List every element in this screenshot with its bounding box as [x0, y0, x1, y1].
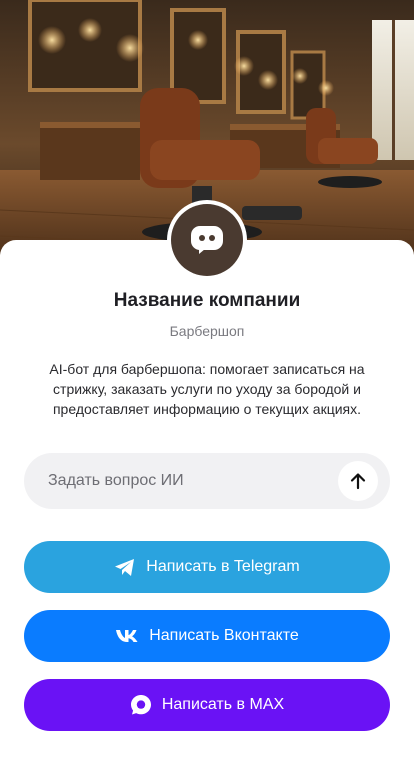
company-description: AI-бот для барбершопа: помогает записать…	[49, 361, 365, 417]
max-icon	[130, 694, 152, 716]
avatar	[167, 200, 247, 280]
company-category: Барбершоп	[169, 323, 245, 339]
company-name: Название компании	[113, 290, 301, 311]
write-max-button[interactable]: Написать в MAX	[24, 679, 390, 731]
arrow-up-icon	[350, 473, 366, 490]
write-max-label: Написать в MAX	[161, 696, 285, 713]
send-button[interactable]	[338, 461, 378, 501]
ask-ai-field[interactable]	[24, 453, 390, 509]
telegram-icon	[114, 558, 136, 577]
write-vk-label: Написать Вконтакте	[149, 627, 299, 644]
write-telegram-button[interactable]: Написать в Telegram	[24, 541, 390, 593]
write-vk-button[interactable]: Написать Вконтакте	[24, 610, 390, 662]
chat-bubble-icon	[171, 204, 243, 276]
vk-icon	[115, 629, 139, 643]
write-telegram-label: Написать в Telegram	[146, 558, 300, 575]
ask-ai-input[interactable]	[48, 472, 328, 490]
